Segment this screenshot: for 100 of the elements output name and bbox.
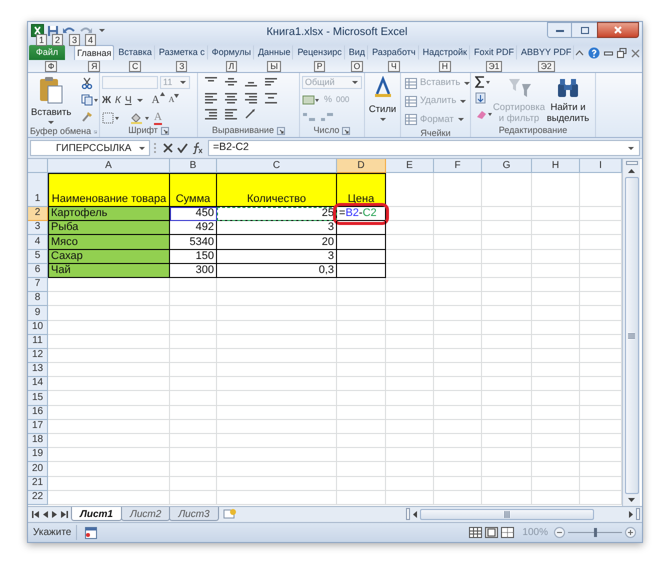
row-header[interactable]: 4 [28,235,48,250]
row-header[interactable]: 14 [28,377,48,392]
font-shrink-button[interactable]: A [168,94,180,106]
ribbon-tab[interactable]: Разработч [369,45,419,60]
merge-cells-icon[interactable] [264,92,278,104]
column-header[interactable]: D [337,159,386,173]
table-cell[interactable]: Картофель [48,207,170,222]
column-header[interactable]: F [434,159,482,173]
page-layout-icon[interactable] [485,527,498,538]
row-header[interactable]: 7 [28,278,48,292]
zoom-out-icon[interactable] [554,527,565,538]
function-icon[interactable] [192,142,203,154]
collapse-ribbon-icon[interactable] [575,50,584,56]
macro-record-icon[interactable] [85,526,98,538]
select-all-corner[interactable] [28,159,48,173]
table-cell[interactable]: Цена [337,173,386,207]
dialog-launcher-icon[interactable] [160,127,169,135]
scroll-thumb[interactable] [420,508,594,520]
sheet-tab[interactable]: Лист2 [121,507,170,521]
column-header[interactable]: C [217,159,337,173]
ribbon-tab[interactable]: ABBYY PDF [518,45,574,60]
minimize-button[interactable] [547,22,572,38]
row-header[interactable]: 9 [28,306,48,320]
next-sheet-icon[interactable] [52,510,57,518]
text-angle-icon[interactable] [244,108,258,120]
ribbon-tab[interactable]: Разметка с [156,45,208,60]
italic-button[interactable]: К [115,92,121,108]
scroll-up-icon[interactable] [627,168,636,174]
table-cell[interactable]: 450 [170,207,217,222]
column-header[interactable]: B [170,159,217,173]
name-box[interactable]: ГИПЕРССЫЛКА [30,140,150,156]
bold-button[interactable]: Ж [102,92,112,108]
slider-thumb[interactable] [594,528,596,537]
row-header[interactable]: 3 [28,221,48,236]
ribbon-tab[interactable]: Данные [254,45,294,60]
paste-button[interactable]: Вставить [30,76,72,125]
table-cell[interactable]: 492 [170,221,217,236]
check-icon[interactable] [177,143,188,153]
align-middle-icon[interactable] [224,76,238,88]
table-cell[interactable]: Сумма [170,173,217,207]
ribbon-tab[interactable]: Файл [29,45,66,60]
increase-indent-icon[interactable] [224,108,238,120]
close-icon[interactable] [631,48,640,58]
save-icon[interactable] [47,24,59,36]
row-header[interactable]: 22 [28,490,48,505]
currency-icon[interactable] [302,94,320,106]
table-cell[interactable]: Количество [217,173,337,207]
row-header[interactable]: 10 [28,320,48,335]
row-header[interactable]: 15 [28,391,48,406]
table-cell[interactable]: 300 [170,264,217,278]
table-cell[interactable]: 0,3 [217,264,337,278]
table-cell[interactable]: =B2-C2 [337,207,386,222]
sheet-tab[interactable]: Лист1 [71,507,122,521]
ribbon-tab[interactable]: Foxit PDF [470,45,517,60]
scissors-icon[interactable] [81,77,94,89]
dialog-launcher-icon[interactable] [276,126,285,134]
row-header[interactable]: 8 [28,292,48,306]
align-left-icon[interactable] [204,92,218,104]
copy-icon[interactable] [81,94,100,106]
column-header[interactable]: E [386,159,434,173]
increase-decimal-icon[interactable] [302,110,316,122]
decrease-indent-icon[interactable] [204,108,218,120]
font-name-field[interactable] [102,76,158,89]
row-header[interactable]: 13 [28,363,48,378]
table-cell[interactable] [337,221,386,236]
normal-view-icon[interactable] [469,527,482,538]
ribbon-tab[interactable]: Вставка [115,45,155,60]
table-cell[interactable] [337,250,386,264]
help-icon[interactable] [588,47,600,59]
row-header[interactable]: 1 [28,173,48,207]
first-sheet-icon[interactable] [32,510,39,518]
ribbon-tab[interactable]: Вид [346,45,368,60]
ribbon-tab[interactable]: Формулы [208,45,254,60]
row-header[interactable]: 12 [28,348,48,364]
table-cell[interactable]: Сахар [48,250,170,264]
ribbon-tab[interactable]: Главная [74,45,114,60]
row-header[interactable]: 18 [28,434,48,448]
horizontal-scrollbar[interactable] [406,507,642,521]
split-handle-icon[interactable] [626,161,638,165]
table-cell[interactable]: Чай [48,264,170,278]
dialog-launcher-icon[interactable] [342,126,350,134]
cancel-icon[interactable] [163,143,173,153]
eraser-icon[interactable] [475,108,493,120]
table-cell[interactable]: 5340 [170,235,217,250]
restore-icon[interactable] [617,48,628,58]
find-select-button[interactable]: Найти и выделить [545,76,591,124]
column-header[interactable]: I [580,159,622,173]
table-cell[interactable] [337,235,386,250]
table-cell[interactable]: Наименование товара [48,173,170,207]
maximize-button[interactable] [572,22,597,38]
column-header[interactable]: A [48,159,170,173]
row-header[interactable]: 21 [28,476,48,491]
row-header[interactable]: 2 [28,207,48,222]
dropdown-icon[interactable] [98,28,107,34]
decrease-decimal-icon[interactable] [320,110,334,122]
row-header[interactable]: 16 [28,406,48,420]
row-header[interactable]: 19 [28,448,48,462]
column-header[interactable]: H [532,159,580,173]
minimize-icon[interactable] [604,50,614,56]
table-cell[interactable]: Рыба [48,221,170,236]
